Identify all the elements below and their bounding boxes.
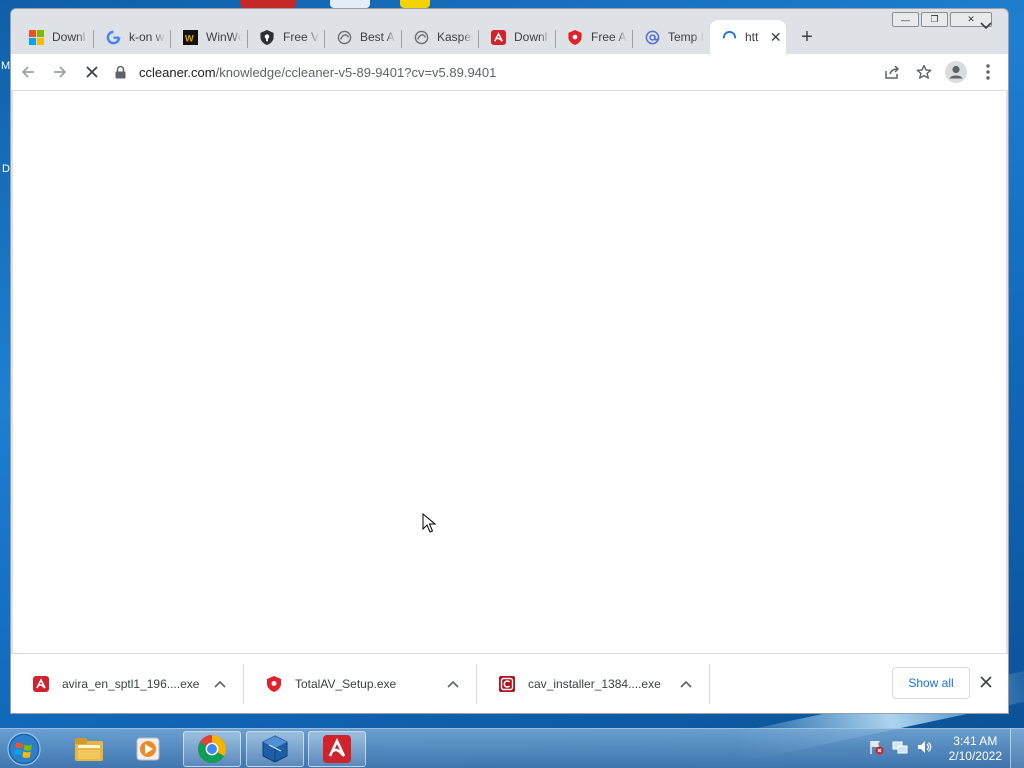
share-icon[interactable] <box>878 58 906 86</box>
download-item-totalav[interactable]: TotalAV_Setup.exe <box>244 660 477 708</box>
avira-icon[interactable] <box>308 731 366 767</box>
volume-icon[interactable] <box>916 739 932 758</box>
shield-icon <box>259 29 275 45</box>
show-all-downloads-button[interactable]: Show all <box>892 667 970 699</box>
tab-title: Temp I <box>668 30 704 44</box>
tab-title: Free V <box>283 30 319 44</box>
download-item-avira[interactable]: avira_en_sptl1_196....exe <box>11 660 244 708</box>
mouse-cursor-icon <box>422 512 437 536</box>
system-clock[interactable]: 3:41 AM 2/10/2022 <box>949 734 1002 764</box>
tab-downloads-microsoft[interactable]: Downl <box>17 20 94 54</box>
page-content-area[interactable] <box>13 90 1006 654</box>
tab-temp-mail[interactable]: Temp I <box>633 20 710 54</box>
show-desktop-button[interactable] <box>1010 729 1024 768</box>
at-icon <box>644 29 660 45</box>
totalav-shield-icon <box>567 29 583 45</box>
tab-title: Downl <box>52 30 86 44</box>
tab-title: Downl <box>514 30 548 44</box>
winworld-icon: W <box>182 29 198 45</box>
back-arrow-icon[interactable] <box>13 57 43 87</box>
download-filename: TotalAV_Setup.exe <box>295 676 397 691</box>
new-tab-button[interactable]: + <box>790 20 824 54</box>
chevron-up-icon[interactable] <box>443 677 463 691</box>
chevron-up-icon[interactable] <box>676 677 696 691</box>
chrome-window: — ❐ ✕ Downl k-on w W WinWc Free V Best A… <box>10 8 1009 714</box>
url-path: /knowledge/ccleaner-v5-89-9401?cv=v5.89.… <box>215 64 497 80</box>
spiral-icon <box>413 29 429 45</box>
close-tab-icon[interactable]: ✕ <box>770 29 782 46</box>
url-domain: ccleaner.com <box>139 64 216 80</box>
tab-free-antivirus[interactable]: Free A <box>556 20 633 54</box>
chrome-icon[interactable] <box>183 731 241 767</box>
profile-avatar-icon[interactable] <box>942 58 970 86</box>
windows-explorer-icon[interactable] <box>60 731 118 767</box>
tab-title: k-on w <box>129 30 165 44</box>
windows-taskbar: 3:41 AM 2/10/2022 <box>0 728 1024 768</box>
avira-icon <box>33 675 49 692</box>
downloads-bar: avira_en_sptl1_196....exe TotalAV_Setup.… <box>11 653 1008 713</box>
action-center-flag-icon[interactable] <box>868 739 884 758</box>
comodo-icon <box>499 675 515 692</box>
clock-time: 3:41 AM <box>953 734 998 748</box>
virtualbox-icon[interactable] <box>246 731 304 767</box>
download-filename: avira_en_sptl1_196....exe <box>62 676 200 691</box>
tab-strip: Downl k-on w W WinWc Free V Best A Kaspe… <box>17 20 1002 54</box>
tab-free-vpn[interactable]: Free V <box>248 20 325 54</box>
tab-title: Kasper <box>437 30 473 44</box>
media-player-icon[interactable] <box>119 731 177 767</box>
system-tray <box>868 739 932 758</box>
lock-icon[interactable] <box>115 65 129 79</box>
tab-downloads-avira[interactable]: Downl <box>479 20 556 54</box>
chevron-up-icon[interactable] <box>210 677 230 691</box>
desktop-icons-top-edge <box>240 0 440 8</box>
address-bar[interactable]: ccleaner.com/knowledge/ccleaner-v5-89-94… <box>115 58 872 86</box>
spiral-icon <box>336 29 352 45</box>
bookmark-star-icon[interactable] <box>910 58 938 86</box>
tab-search-chevron-icon[interactable] <box>972 12 1000 40</box>
url-text: ccleaner.com/knowledge/ccleaner-v5-89-94… <box>139 65 496 80</box>
tab-best-antivirus[interactable]: Best A <box>325 20 402 54</box>
tab-winworld[interactable]: W WinWc <box>171 20 248 54</box>
svg-text:W: W <box>184 33 193 43</box>
more-menu-icon[interactable] <box>974 58 1002 86</box>
stop-loading-icon[interactable] <box>77 57 107 87</box>
desktop-edge-text: D <box>2 163 10 175</box>
loading-spinner-icon <box>721 29 737 45</box>
tab-active-loading[interactable]: htt ✕ <box>710 20 786 54</box>
microsoft-icon <box>28 29 44 45</box>
start-button[interactable] <box>5 731 45 767</box>
tab-title: Free A <box>591 30 627 44</box>
tab-kaspersky[interactable]: Kasper <box>402 20 479 54</box>
desktop-edge-text: M <box>1 60 11 72</box>
tab-google-search[interactable]: k-on w <box>94 20 171 54</box>
download-item-comodo[interactable]: cav_installer_1384....exe <box>477 660 710 708</box>
avira-icon <box>490 29 506 45</box>
forward-arrow-icon[interactable] <box>45 57 75 87</box>
clock-date: 2/10/2022 <box>948 749 1002 763</box>
close-downloads-bar-icon[interactable] <box>976 672 996 692</box>
download-filename: cav_installer_1384....exe <box>528 676 661 691</box>
tab-title: Best A <box>360 30 395 44</box>
tab-title: htt <box>745 30 759 44</box>
toolbar-actions <box>878 58 1002 86</box>
tab-title: WinWc <box>206 30 242 44</box>
browser-toolbar: ccleaner.com/knowledge/ccleaner-v5-89-94… <box>11 54 1008 90</box>
google-icon <box>105 29 121 45</box>
network-icon[interactable] <box>892 739 908 758</box>
totalav-shield-icon <box>266 675 282 692</box>
